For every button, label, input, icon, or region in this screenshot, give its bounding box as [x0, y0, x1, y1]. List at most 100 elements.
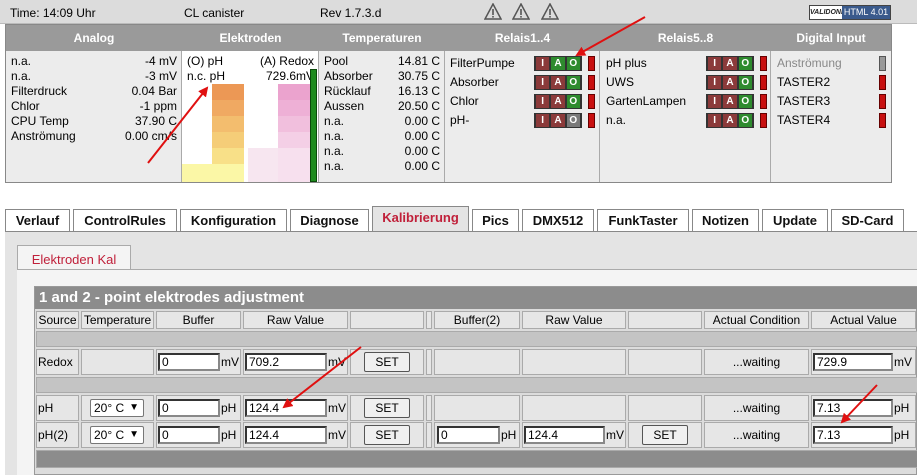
redox-gauge-segment — [278, 84, 310, 100]
ph-gauge-segment — [182, 164, 244, 182]
relay-mode-switch[interactable]: IAO — [706, 56, 754, 71]
relay-row: GartenLampen IAO — [606, 94, 767, 109]
temp-value: 0.00 C — [404, 114, 440, 128]
relay-mode-switch[interactable]: IAO — [706, 94, 754, 109]
relay-mode-a[interactable]: A — [723, 114, 737, 127]
relay-row: pH- IAO — [450, 113, 595, 128]
relay-mode-a[interactable]: A — [551, 95, 565, 108]
temp-label: n.a. — [324, 114, 345, 128]
col-header-divider — [426, 311, 432, 329]
ph2-raw2-input[interactable] — [524, 426, 605, 444]
tab-controlrules[interactable]: ControlRules — [73, 209, 177, 231]
relay-mode-i[interactable]: I — [536, 95, 550, 108]
ph2-temperature-select[interactable]: 20° C ▼ — [90, 426, 144, 444]
html-validator-badge[interactable]: VALIDONE HTML 4.01 — [809, 5, 891, 20]
col-header-raw-value2: Raw Value — [522, 311, 626, 329]
tab-konfiguration[interactable]: Konfiguration — [180, 209, 287, 231]
redox-condition: ...waiting — [704, 349, 809, 375]
digital-input-row: TASTER3 — [777, 94, 889, 109]
validator-version: HTML 4.01 — [842, 6, 890, 19]
relay-mode-switch[interactable]: IAO — [706, 113, 754, 128]
relay-mode-o[interactable]: O — [566, 95, 580, 108]
ph-set-button[interactable]: SET — [364, 398, 410, 418]
ph-label: (O) pH — [187, 54, 223, 68]
unit-label: mV — [606, 428, 624, 442]
analog-label: n.a. — [11, 69, 32, 83]
warning-icon — [512, 3, 530, 20]
relay-mode-i[interactable]: I — [708, 76, 722, 89]
redox-gauge-segment — [278, 148, 310, 182]
relay-mode-o[interactable]: O — [738, 76, 752, 89]
temp-row: n.a. 0.00 C — [324, 159, 440, 174]
relay-mode-switch[interactable]: IAO — [706, 75, 754, 90]
col-header-buffer2: Buffer(2) — [434, 311, 520, 329]
subtab-elektroden-kal[interactable]: Elektroden Kal — [17, 245, 131, 269]
ph-raw-input[interactable] — [245, 399, 327, 417]
warning-icon — [541, 3, 559, 20]
tab-diagnose[interactable]: Diagnose — [290, 209, 369, 231]
ph-temperature-select[interactable]: 20° C ▼ — [90, 399, 144, 417]
relay-mode-a[interactable]: A — [723, 76, 737, 89]
analog-label: n.a. — [11, 54, 32, 68]
redox-set-button[interactable]: SET — [364, 352, 410, 372]
ph2-raw-input[interactable] — [245, 426, 327, 444]
warning-icon — [484, 3, 502, 20]
relay-label: Chlor — [450, 94, 479, 108]
relay-mode-switch[interactable]: IAO — [534, 113, 582, 128]
relay-mode-a[interactable]: A — [723, 95, 737, 108]
temp-row: Aussen 20.50 C — [324, 99, 440, 114]
tab-update[interactable]: Update — [762, 209, 828, 231]
relay-mode-a[interactable]: A — [551, 57, 565, 70]
digital-input-label: TASTER2 — [777, 75, 831, 89]
tab-funktaster[interactable]: FunkTaster — [597, 209, 689, 231]
temp-label: Absorber — [324, 69, 373, 83]
relay-mode-switch[interactable]: IAO — [534, 75, 582, 90]
ph2-set-button[interactable]: SET — [364, 425, 410, 445]
relay-mode-i[interactable]: I — [536, 57, 550, 70]
analog-row: n.a. -4 mV — [11, 54, 177, 69]
relay-mode-o[interactable]: O — [738, 114, 752, 127]
redox-gauge-segment — [278, 116, 310, 132]
ph2-set2-button[interactable]: SET — [642, 425, 688, 445]
relay-mode-i[interactable]: I — [708, 114, 722, 127]
relay-mode-i[interactable]: I — [708, 95, 722, 108]
relay-status-led — [588, 113, 595, 128]
relay-mode-o[interactable]: O — [566, 57, 580, 70]
redox-raw-input[interactable] — [245, 353, 327, 371]
relay-mode-o[interactable]: O — [738, 57, 752, 70]
ph-buffer-input[interactable] — [158, 399, 220, 417]
tab-dmx512[interactable]: DMX512 — [522, 209, 594, 231]
relay-mode-switch[interactable]: IAO — [534, 56, 582, 71]
relay-mode-i[interactable]: I — [536, 76, 550, 89]
relay-mode-switch[interactable]: IAO — [534, 94, 582, 109]
relay-mode-a[interactable]: A — [551, 76, 565, 89]
digital-input-led — [879, 113, 886, 128]
ph2-buffer-input[interactable] — [158, 426, 220, 444]
row-label-ph2: pH(2) — [38, 428, 69, 442]
tab-kalibrierung[interactable]: Kalibrierung — [372, 206, 469, 232]
relais1-4-column: FilterPumpe IAO Absorber IAO Chlor IAO p… — [445, 51, 600, 182]
row-bg — [434, 395, 520, 421]
relay-mode-o[interactable]: O — [566, 114, 580, 127]
validator-logo: VALIDONE — [810, 9, 846, 16]
relay-mode-a[interactable]: A — [723, 57, 737, 70]
redox-gauge-segment — [248, 148, 278, 182]
redox-buffer-input[interactable] — [158, 353, 220, 371]
col-header-actual-condition: Actual Condition — [704, 311, 809, 329]
relay-mode-a[interactable]: A — [551, 114, 565, 127]
tab-pics[interactable]: Pics — [472, 209, 519, 231]
ph-condition: ...waiting — [704, 395, 809, 421]
digital-input-label: TASTER3 — [777, 94, 831, 108]
digital-input-led — [879, 75, 886, 90]
col-header-source: Source — [36, 311, 79, 329]
unit-label: mV — [894, 355, 912, 369]
ph2-buffer2-input[interactable] — [437, 426, 500, 444]
relay-mode-i[interactable]: I — [708, 57, 722, 70]
tab-verlauf[interactable]: Verlauf — [5, 209, 70, 231]
tab-notizen[interactable]: Notizen — [692, 209, 759, 231]
temp-label: n.a. — [324, 129, 345, 143]
tab-sd-card[interactable]: SD-Card — [831, 209, 904, 231]
relay-mode-o[interactable]: O — [566, 76, 580, 89]
relay-mode-o[interactable]: O — [738, 95, 752, 108]
relay-mode-i[interactable]: I — [536, 114, 550, 127]
